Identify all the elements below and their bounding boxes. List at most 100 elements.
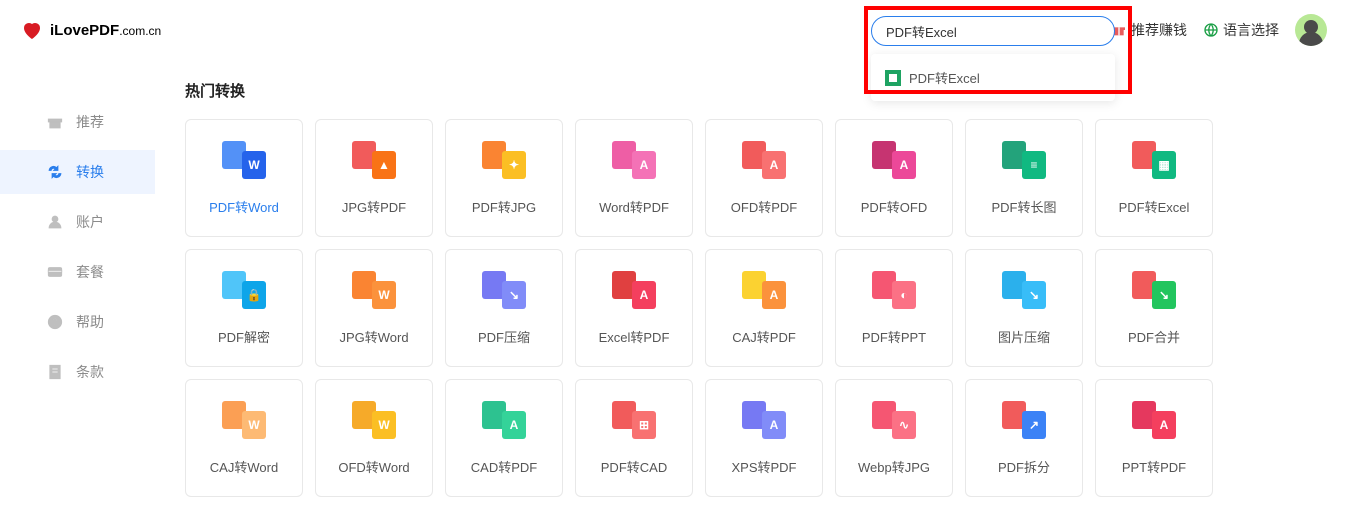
card-label: PDF压缩 [478, 327, 530, 346]
card-jpg-to-word[interactable]: W JPG转Word [315, 249, 433, 367]
language-select[interactable]: 语言选择 [1203, 20, 1279, 40]
card-label: PDF解密 [218, 327, 270, 346]
card-ofd-to-word[interactable]: WOFD转Word [315, 379, 433, 497]
account-icon [46, 213, 64, 231]
pdf-split-icon: ↗ [1002, 401, 1046, 439]
card-label: JPG转Word [339, 327, 408, 346]
sidebar-item-plan[interactable]: 套餐 [0, 250, 155, 294]
card-pdf-to-cad[interactable]: ⊞ PDF转CAD [575, 379, 693, 497]
sidebar-item-label: 账户 [76, 212, 104, 232]
help-icon: ? [46, 313, 64, 331]
card-label: PDF转CAD [601, 457, 667, 476]
card-pdf-to-word[interactable]: W PDF转Word [185, 119, 303, 237]
pdf-to-word-icon: W [222, 141, 266, 179]
card-label: Excel转PDF [599, 327, 670, 346]
search-suggestions: PDF转Excel [871, 54, 1115, 101]
card-label: PPT转PDF [1122, 457, 1186, 476]
search-input[interactable] [886, 24, 1100, 39]
sidebar-item-label: 条款 [76, 362, 104, 382]
language-label: 语言选择 [1223, 20, 1279, 40]
card-label: PDF转Excel [1119, 197, 1190, 216]
card-pdf-to-ofd[interactable]: APDF转OFD [835, 119, 953, 237]
card-label: CAJ转Word [210, 457, 278, 476]
sidebar-item-label: 套餐 [76, 262, 104, 282]
pdf-to-longimg-icon: ≡ [1002, 141, 1046, 179]
card-label: OFD转PDF [731, 197, 797, 216]
card-label: PDF合并 [1128, 327, 1180, 346]
card-label: CAD转PDF [471, 457, 537, 476]
card-ppt-to-pdf[interactable]: A PPT转PDF [1095, 379, 1213, 497]
pdf-to-cad-icon: ⊞ [612, 401, 656, 439]
webp-to-jpg-icon: ∿ [872, 401, 916, 439]
card-pdf-to-ppt[interactable]: ◐ PDF转PPT [835, 249, 953, 367]
card-label: PDF转长图 [991, 197, 1056, 216]
pdf-to-excel-icon: ▦ [1132, 141, 1176, 179]
card-label: JPG转PDF [342, 197, 406, 216]
card-webp-to-jpg[interactable]: ∿ Webp转JPG [835, 379, 953, 497]
svg-text:?: ? [52, 317, 57, 327]
card-pdf-to-longimg[interactable]: ≡ PDF转长图 [965, 119, 1083, 237]
pdf-decrypt-icon: 🔒 [222, 271, 266, 309]
jpg-to-pdf-icon: ▲ [352, 141, 396, 179]
heart-icon [20, 18, 44, 42]
convert-grid: W PDF转Word ▲ JPG转PDF ✦ PDF转JPG A Word转PDF A OFD转P… [185, 119, 1225, 497]
card-pdf-compress[interactable]: ↘ PDF压缩 [445, 249, 563, 367]
sidebar-item-account[interactable]: 账户 [0, 200, 155, 244]
search-suggestion-item[interactable]: PDF转Excel [871, 60, 1115, 95]
logo[interactable]: iLovePDF.com.cn [20, 18, 161, 42]
card-label: PDF转Word [209, 197, 279, 216]
card-img-compress[interactable]: ↘ 图片压缩 [965, 249, 1083, 367]
caj-to-word-icon: W [222, 401, 266, 439]
pdf-to-ppt-icon: ◐ [872, 271, 916, 309]
card-pdf-to-jpg[interactable]: ✦ PDF转JPG [445, 119, 563, 237]
card-xps-to-pdf[interactable]: A XPS转PDF [705, 379, 823, 497]
search-suggestion-label: PDF转Excel [909, 68, 980, 87]
card-caj-to-word[interactable]: W CAJ转Word [185, 379, 303, 497]
card-word-to-pdf[interactable]: A Word转PDF [575, 119, 693, 237]
card-label: Word转PDF [599, 197, 669, 216]
card-pdf-decrypt[interactable]: 🔒 PDF解密 [185, 249, 303, 367]
card-excel-to-pdf[interactable]: AExcel转PDF [575, 249, 693, 367]
pdf-to-ofd-icon: A [872, 141, 916, 179]
card-label: PDF转JPG [472, 197, 536, 216]
ofd-to-word-icon: W [352, 401, 396, 439]
sidebar-item-convert[interactable]: 转换 [0, 150, 155, 194]
sidebar-item-label: 帮助 [76, 312, 104, 332]
excel-mini-icon [885, 70, 901, 86]
sidebar-item-help[interactable]: ? 帮助 [0, 300, 155, 344]
card-label: XPS转PDF [731, 457, 796, 476]
sidebar-item-terms[interactable]: 条款 [0, 350, 155, 394]
card-cad-to-pdf[interactable]: A CAD转PDF [445, 379, 563, 497]
sidebar-item-label: 推荐 [76, 112, 104, 132]
card-label: 图片压缩 [998, 327, 1050, 346]
terms-icon [46, 363, 64, 381]
word-to-pdf-icon: A [612, 141, 656, 179]
cad-to-pdf-icon: A [482, 401, 526, 439]
plan-icon [46, 263, 64, 281]
sidebar: 推荐转换账户套餐? 帮助条款 [0, 60, 155, 497]
search-input-wrap[interactable] [871, 16, 1115, 46]
card-caj-to-pdf[interactable]: ACAJ转PDF [705, 249, 823, 367]
img-compress-icon: ↘ [1002, 271, 1046, 309]
ppt-to-pdf-icon: A [1132, 401, 1176, 439]
card-label: CAJ转PDF [732, 327, 796, 346]
globe-icon [1203, 22, 1219, 38]
card-label: PDF转PPT [862, 327, 926, 346]
avatar[interactable] [1295, 14, 1327, 46]
card-label: Webp转JPG [858, 457, 930, 476]
pdf-merge-icon: ↘ [1132, 271, 1176, 309]
sidebar-item-recommend[interactable]: 推荐 [0, 100, 155, 144]
recommend-earn-link[interactable]: 推荐赚钱 [1111, 20, 1187, 40]
card-pdf-split[interactable]: ↗PDF拆分 [965, 379, 1083, 497]
logo-text: iLovePDF.com.cn [50, 22, 161, 39]
card-ofd-to-pdf[interactable]: A OFD转PDF [705, 119, 823, 237]
xps-to-pdf-icon: A [742, 401, 786, 439]
card-pdf-merge[interactable]: ↘ PDF合并 [1095, 249, 1213, 367]
card-jpg-to-pdf[interactable]: ▲ JPG转PDF [315, 119, 433, 237]
ofd-to-pdf-icon: A [742, 141, 786, 179]
jpg-to-word-icon: W [352, 271, 396, 309]
pdf-compress-icon: ↘ [482, 271, 526, 309]
pdf-to-jpg-icon: ✦ [482, 141, 526, 179]
recommend-icon [46, 113, 64, 131]
card-pdf-to-excel[interactable]: ▦ PDF转Excel [1095, 119, 1213, 237]
